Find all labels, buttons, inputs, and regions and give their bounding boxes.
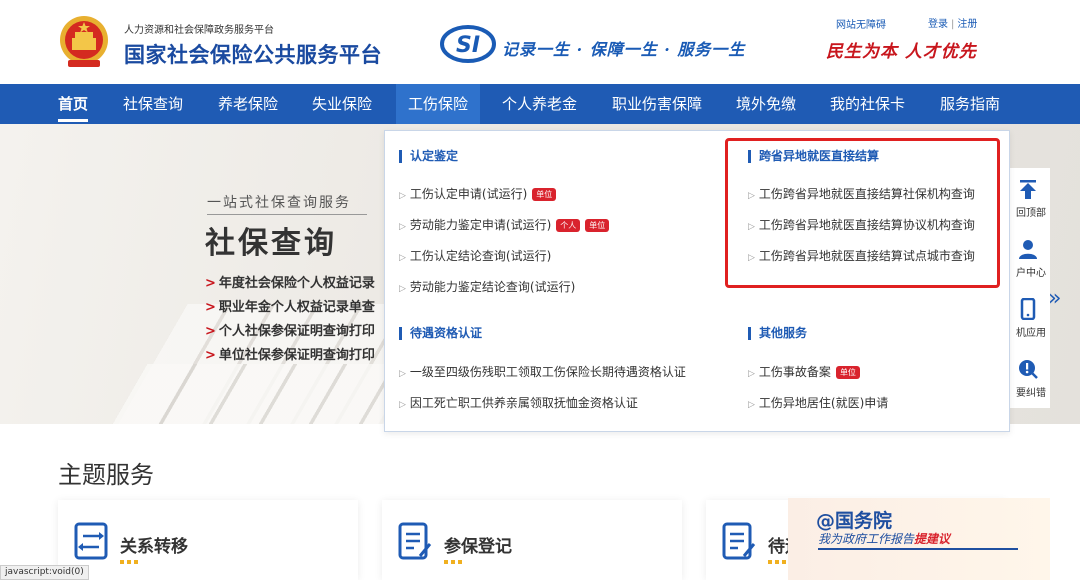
nav-item-overseas-exemption[interactable]: 境外免缴 — [736, 84, 796, 124]
unit-badge: 单位 — [532, 188, 557, 201]
mobile-app-button[interactable]: 机应用 — [1006, 288, 1050, 348]
banner-divider — [207, 214, 367, 215]
arrow-up-icon — [1020, 180, 1036, 199]
menu-item-labor-ability-apply[interactable]: ▷ 劳动能力鉴定申请(试运行) 个人 单位 — [399, 217, 610, 235]
unit-badge: 单位 — [835, 366, 860, 379]
alert-icon — [1019, 360, 1038, 379]
watermark-line: 我为政府工作报告提建议 — [818, 532, 951, 546]
register-link[interactable]: 注册 — [957, 19, 977, 30]
separator: | — [951, 19, 955, 30]
floating-toolbar: 回顶部 户中心 机应用 要纠错 — [1006, 168, 1050, 408]
service-slogan: 记录一生 · 保障一生 · 服务一生 — [502, 40, 746, 59]
menu-item-injury-result-query[interactable]: ▷ 工伤认定结论查询(试运行) — [399, 248, 551, 266]
transfer-icon — [74, 522, 108, 560]
nav-item-social-query[interactable]: 社保查询 — [123, 84, 183, 124]
user-icon — [1019, 240, 1037, 259]
nav-item-my-card[interactable]: 我的社保卡 — [830, 84, 905, 124]
theme-card-transfer[interactable]: 关系转移 — [58, 500, 358, 580]
org-subtitle: 人力资源和社会保障政务服务平台 — [124, 25, 274, 36]
nav-item-home[interactable]: 首页 — [58, 84, 89, 124]
section-title-eligibility: 待遇资格认证 — [399, 327, 482, 340]
section-title-other-services: 其他服务 — [748, 327, 807, 340]
banner-feature: > 年度社会保险个人权益记录 — [205, 276, 375, 291]
nav-item-personal-pension[interactable]: 个人养老金 — [502, 84, 577, 124]
theme-card-registration[interactable]: 参保登记 — [382, 500, 682, 580]
browser-status-bar: javascript:void(0) — [0, 565, 89, 580]
section-title-identification: 认定鉴定 — [399, 150, 458, 163]
decorative-dots — [444, 560, 462, 564]
chevron-right-icon[interactable]: » — [1048, 286, 1061, 311]
red-slogan: 民生为本 人才优先 — [826, 42, 977, 62]
menu-item-remote-residence-apply[interactable]: ▷ 工伤异地居住(就医)申请 — [748, 395, 888, 413]
banner-feature: > 职业年金个人权益记录单查 — [205, 300, 375, 315]
svg-text:SI: SI — [456, 33, 480, 58]
decorative-dots — [768, 560, 786, 564]
decorative-dots — [120, 560, 138, 564]
watermark-handle: @国务院 — [816, 510, 893, 532]
watermark-underline — [818, 548, 1018, 550]
national-emblem-icon — [60, 16, 108, 67]
nav-item-unemployment[interactable]: 失业保险 — [312, 84, 372, 124]
banner-feature-list: > 年度社会保险个人权益记录 > 职业年金个人权益记录单查 > 个人社保参保证明查询打… — [205, 272, 375, 368]
login-link[interactable]: 登录 — [928, 19, 948, 30]
nav-item-occupational-injury[interactable]: 职业伤害保障 — [612, 84, 702, 124]
si-logo-icon: SI — [440, 25, 496, 63]
form-icon — [398, 522, 432, 560]
main-nav: 首页 社保查询 养老保险 失业保险 工伤保险 个人养老金 职业伤害保障 境外免缴… — [0, 84, 1080, 124]
login-register-links: 登录 | 注册 — [928, 15, 977, 30]
banner-feature: > 单位社保参保证明查询打印 — [205, 348, 375, 363]
accessibility-link[interactable]: 网站无障碍 — [836, 16, 886, 31]
banner-title: 社保查询 — [205, 226, 337, 261]
menu-item-labor-ability-result-query[interactable]: ▷ 劳动能力鉴定结论查询(试运行) — [399, 279, 575, 297]
user-center-button[interactable]: 户中心 — [1006, 228, 1050, 288]
mobile-icon — [1020, 298, 1036, 320]
form-icon — [722, 522, 756, 560]
menu-item-disability-eligibility[interactable]: ▷ 一级至四级伤残职工领取工伤保险长期待遇资格认证 — [399, 364, 686, 382]
menu-item-accident-filing[interactable]: ▷ 工伤事故备案 单位 — [748, 364, 860, 382]
highlight-annotation-box — [725, 138, 1000, 288]
nav-item-pension[interactable]: 养老保险 — [218, 84, 278, 124]
unit-badge: 单位 — [585, 219, 610, 232]
site-header: 人力资源和社会保障政务服务平台 国家社会保险公共服务平台 SI 记录一生 · 保… — [0, 0, 1080, 84]
menu-item-injury-recognition-apply[interactable]: ▷ 工伤认定申请(试运行) 单位 — [399, 186, 557, 204]
report-error-button[interactable]: 要纠错 — [1006, 348, 1050, 408]
banner-feature: > 个人社保参保证明查询打印 — [205, 324, 375, 339]
theme-services-title: 主题服务 — [58, 461, 154, 489]
nav-item-service-guide[interactable]: 服务指南 — [940, 84, 1000, 124]
menu-item-dependent-pension-eligibility[interactable]: ▷ 因工死亡职工供养亲属领取抚恤金资格认证 — [399, 395, 638, 413]
back-to-top-button[interactable]: 回顶部 — [1006, 168, 1050, 228]
banner-subtitle: 一站式社保查询服务 — [207, 195, 351, 211]
nav-item-injury-insurance[interactable]: 工伤保险 — [396, 84, 481, 124]
org-title[interactable]: 国家社会保险公共服务平台 — [124, 39, 382, 69]
state-council-watermark: @国务院 我为政府工作报告提建议 — [788, 498, 1050, 580]
personal-badge: 个人 — [556, 219, 581, 232]
